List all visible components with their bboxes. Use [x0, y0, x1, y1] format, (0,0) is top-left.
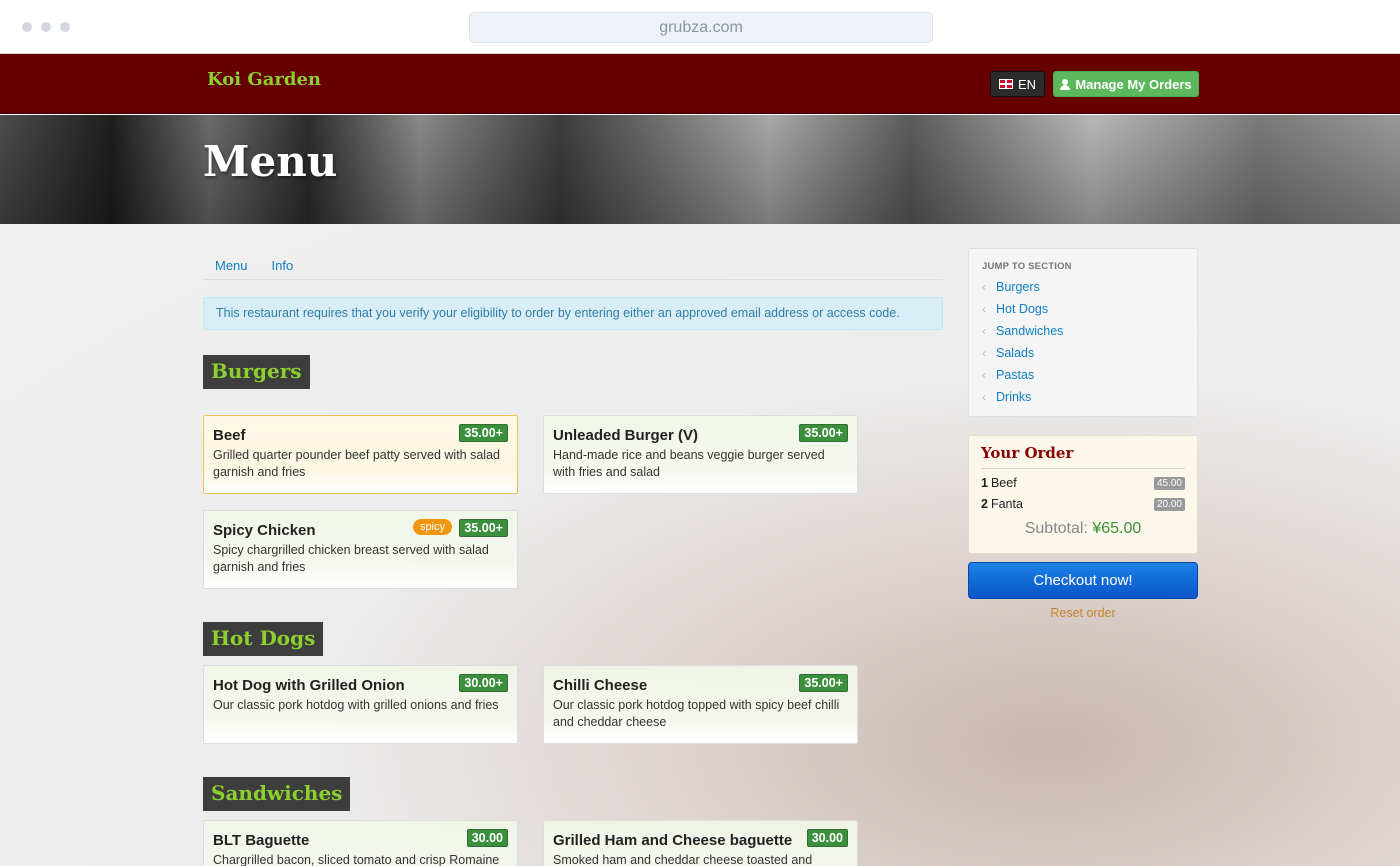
chevron-left-icon: ‹: [982, 368, 986, 382]
chevron-left-icon: ‹: [982, 390, 986, 404]
menu-item-description: Our classic pork hotdog topped with spic…: [553, 698, 840, 729]
url-bar[interactable]: grubza.com: [469, 12, 933, 43]
order-qty: 1: [981, 476, 988, 490]
menu-item-description: Our classic pork hotdog with grilled oni…: [213, 698, 499, 712]
tab-menu[interactable]: Menu: [203, 248, 260, 279]
user-icon: [1060, 78, 1071, 90]
menu-item-description: Smoked ham and cheddar cheese toasted an…: [553, 853, 813, 866]
menu-item-description: Chargrilled bacon, sliced tomato and cri…: [213, 853, 500, 866]
language-button[interactable]: EN: [990, 71, 1045, 97]
section-title-burgers: Burgers: [203, 355, 310, 389]
menu-item-card[interactable]: Spicy Chicken Spicy chargrilled chicken …: [203, 510, 518, 589]
jump-link-drinks[interactable]: ‹ Drinks: [982, 390, 1184, 404]
price-badge: 30.00+: [459, 674, 508, 692]
menu-item-card[interactable]: Hot Dog with Grilled Onion Our classic p…: [203, 665, 518, 744]
close-dot[interactable]: [22, 22, 32, 32]
browser-chrome: grubza.com: [0, 0, 1400, 54]
manage-orders-button[interactable]: Manage My Orders: [1053, 71, 1199, 97]
reset-order-link[interactable]: Reset order: [968, 606, 1198, 620]
price-badge: 35.00+: [799, 424, 848, 442]
menu-item-card[interactable]: Beef Grilled quarter pounder beef patty …: [203, 415, 518, 494]
top-navbar: Koi Garden EN Manage My Orders: [0, 54, 1400, 114]
hero-banner: Menu: [0, 115, 1400, 224]
chevron-left-icon: ‹: [982, 280, 986, 294]
language-label: EN: [1017, 76, 1037, 92]
order-line-item[interactable]: 2 Fanta 20.00: [981, 497, 1185, 511]
price-badge: 30.00: [466, 829, 508, 847]
chevron-left-icon: ‹: [982, 302, 986, 316]
window-controls: [22, 22, 70, 32]
price-badge: 35.00+: [459, 424, 508, 442]
menu-item-name: Grilled Ham and Cheese baguette: [553, 832, 793, 849]
jump-link-label: Burgers: [996, 280, 1040, 294]
section-title-hot-dogs: Hot Dogs: [203, 622, 324, 656]
order-item-name: Fanta: [990, 497, 1023, 511]
jump-link-label: Hot Dogs: [996, 302, 1049, 316]
restaurant-name[interactable]: Koi Garden: [207, 69, 321, 90]
subtotal-label: Subtotal:: [1024, 520, 1088, 537]
order-qty: 2: [981, 497, 988, 511]
price-badge: 35.00+: [799, 674, 848, 692]
menu-item-name: BLT Baguette: [213, 832, 310, 849]
chevron-left-icon: ‹: [982, 324, 986, 338]
price-badge: 35.00+: [459, 519, 508, 537]
jump-to-section-panel: JUMP TO SECTION ‹ Burgers ‹ Hot Dogs ‹ S…: [968, 248, 1198, 417]
menu-item-description: Grilled quarter pounder beef patty serve…: [213, 448, 500, 479]
jump-link-pastas[interactable]: ‹ Pastas: [982, 368, 1184, 382]
minimize-dot[interactable]: [41, 22, 51, 32]
jump-link-label: Salads: [996, 346, 1035, 360]
jump-link-sandwiches[interactable]: ‹ Sandwiches: [982, 324, 1184, 338]
order-item-price: 45.00: [1153, 476, 1185, 490]
menu-item-card[interactable]: BLT Baguette Chargrilled bacon, sliced t…: [203, 820, 518, 866]
menu-item-card[interactable]: Chilli Cheese Our classic pork hotdog to…: [543, 665, 858, 744]
chevron-left-icon: ‹: [982, 346, 986, 360]
jump-link-label: Sandwiches: [996, 324, 1064, 338]
jump-link-label: Drinks: [996, 390, 1032, 404]
jump-link-salads[interactable]: ‹ Salads: [982, 346, 1184, 360]
order-line-item[interactable]: 1 Beef 45.00: [981, 476, 1185, 490]
jump-link-label: Pastas: [996, 368, 1035, 382]
tab-info[interactable]: Info: [260, 248, 306, 279]
jump-link-hot-dogs[interactable]: ‹ Hot Dogs: [982, 302, 1184, 316]
uk-flag-icon: [998, 79, 1013, 89]
manage-orders-label: Manage My Orders: [1075, 76, 1192, 92]
maximize-dot[interactable]: [60, 22, 70, 32]
page-content: Menu Info This restaurant requires that …: [0, 224, 1400, 866]
page-title: Menu: [203, 137, 338, 186]
subtotal-value: ¥65.00: [1092, 520, 1142, 537]
subtotal: Subtotal: ¥65.00: [981, 520, 1185, 538]
menu-item-card[interactable]: Unleaded Burger (V) Hand-made rice and b…: [543, 415, 858, 494]
menu-item-card[interactable]: Grilled Ham and Cheese baguette Smoked h…: [543, 820, 858, 866]
menu-item-description: Spicy chargrilled chicken breast served …: [213, 543, 489, 574]
price-badge: 30.00: [806, 829, 848, 847]
jump-link-burgers[interactable]: ‹ Burgers: [982, 280, 1184, 294]
checkout-button[interactable]: Checkout now!: [968, 562, 1198, 599]
eligibility-alert: This restaurant requires that you verify…: [203, 297, 943, 330]
order-item-price: 20.00: [1153, 497, 1185, 511]
menu-item-description: Hand-made rice and beans veggie burger s…: [553, 448, 825, 479]
order-title: Your Order: [981, 444, 1185, 469]
section-title-sandwiches: Sandwiches: [203, 777, 351, 811]
jump-heading: JUMP TO SECTION: [982, 261, 1072, 272]
your-order-panel: Your Order 1 Beef 45.00 2 Fanta 20.00 Subt…: [968, 435, 1198, 554]
order-item-name: Beef: [990, 476, 1017, 490]
spicy-badge: spicy: [412, 519, 452, 535]
tab-bar: Menu Info: [203, 248, 943, 280]
